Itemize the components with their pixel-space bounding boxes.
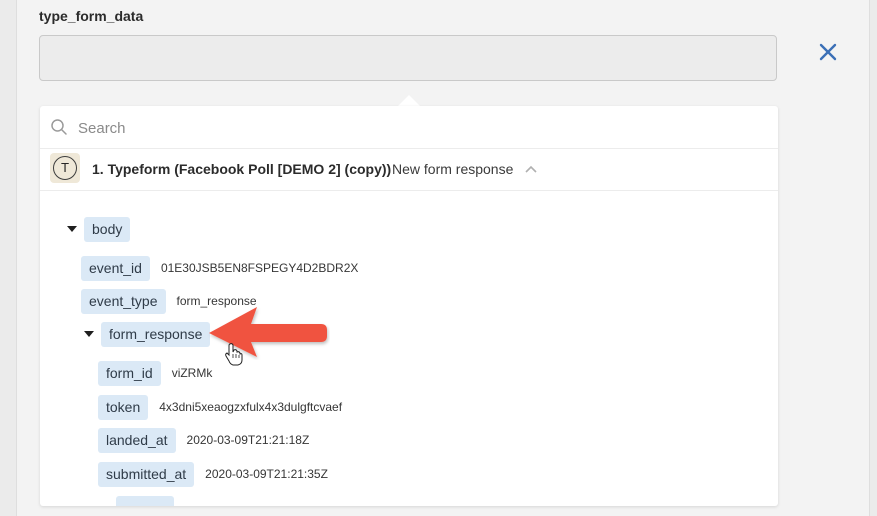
tree-key-event-type[interactable]: event_type [81, 288, 166, 314]
tree-node-form-response: form_response [84, 321, 211, 347]
tree-node-form-id: form_id viZRMk [98, 360, 212, 386]
app-step-title: 1. Typeform (Facebook Poll [DEMO 2] (cop… [92, 161, 392, 177]
data-picker-dropdown: T 1. Typeform (Facebook Poll [DEMO 2] (c… [40, 106, 778, 506]
search-input[interactable] [76, 114, 760, 142]
tree-value-submitted-at: 2020-03-09T21:21:35Z [205, 467, 328, 481]
tree-node-submitted-at: submitted_at 2020-03-09T21:21:35Z [98, 461, 328, 487]
close-button[interactable] [815, 39, 841, 65]
search-icon [51, 119, 67, 135]
tree-key-submitted-at[interactable]: submitted_at [98, 461, 195, 487]
tree-node-truncated [116, 495, 174, 506]
app-step-header[interactable]: T 1. Typeform (Facebook Poll [DEMO 2] (c… [40, 148, 778, 191]
tree-node-token: token 4x3dni5xeaogzxfulx4x3dulgftcvaef [98, 394, 342, 420]
tree-key-token[interactable]: token [98, 394, 149, 420]
caret-down-icon[interactable] [84, 331, 94, 337]
tree-value-form-id: viZRMk [171, 366, 213, 380]
tree-key-event-id[interactable]: event_id [81, 255, 150, 281]
chevron-up-icon[interactable] [525, 165, 537, 173]
caret-down-icon[interactable] [67, 226, 77, 232]
tree-key-body[interactable]: body [84, 216, 131, 242]
field-label: type_form_data [39, 8, 144, 24]
tree-value-token: 4x3dni5xeaogzxfulx4x3dulgftcvaef [159, 400, 343, 414]
tree-key-truncated[interactable] [116, 495, 174, 506]
tree-node-event-id: event_id 01E30JSB5EN8FSPEGY4D2BDR2X [81, 255, 358, 281]
tree-key-landed-at[interactable]: landed_at [98, 427, 176, 453]
hand-cursor-icon [225, 343, 243, 366]
tree-node-body: body [67, 216, 131, 242]
search-row [40, 106, 778, 149]
typeform-logo-letter: T [53, 156, 77, 180]
data-tree: body event_id 01E30JSB5EN8FSPEGY4D2BDR2X… [40, 190, 778, 506]
tree-value-landed-at: 2020-03-09T21:21:18Z [186, 433, 310, 447]
tree-key-form-response[interactable]: form_response [101, 321, 211, 347]
typeform-app-icon: T [50, 153, 80, 183]
close-icon [819, 43, 837, 61]
type-form-data-input[interactable] [39, 35, 777, 81]
tree-key-form-id[interactable]: form_id [98, 360, 161, 386]
tree-value-event-id: 01E30JSB5EN8FSPEGY4D2BDR2X [160, 261, 359, 275]
app-step-event: New form response [392, 161, 514, 177]
tree-node-landed-at: landed_at 2020-03-09T21:21:18Z [98, 427, 309, 453]
